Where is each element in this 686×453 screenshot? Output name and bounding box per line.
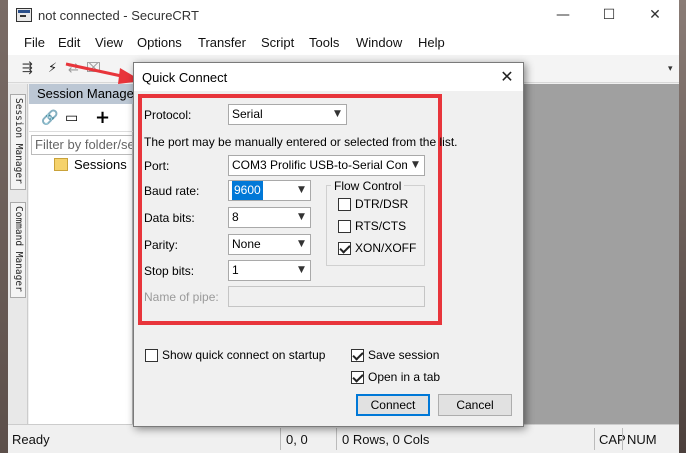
dtr-dsr-label: DTR/DSR <box>355 197 409 211</box>
name-of-pipe-label: Name of pipe: <box>144 290 219 304</box>
status-bar: Ready 0, 0 0 Rows, 0 Cols CAP NUM <box>8 424 679 453</box>
connect-button[interactable]: Connect <box>356 394 430 416</box>
add-session-icon[interactable]: + <box>95 107 110 128</box>
desktop-background-right <box>678 0 686 453</box>
protocol-label: Protocol: <box>144 108 192 122</box>
chevron-down-icon: ▼ <box>293 235 310 254</box>
menu-tools[interactable]: Tools <box>309 35 339 50</box>
save-session-checkbox[interactable]: Save session <box>351 348 439 362</box>
status-ready: Ready <box>12 432 50 447</box>
checkbox-checked-icon <box>351 370 364 384</box>
maximize-button[interactable]: ☐ <box>586 0 632 31</box>
xon-xoff-checkbox[interactable]: XON/XOFF <box>338 241 416 255</box>
checkbox-checked-icon <box>338 241 351 255</box>
baud-rate-value: 9600 <box>232 181 263 200</box>
status-size: 0 Rows, 0 Cols <box>342 432 430 447</box>
chevron-down-icon: ▼ <box>293 181 310 200</box>
menu-view[interactable]: View <box>95 35 123 50</box>
rts-cts-label: RTS/CTS <box>355 219 407 233</box>
stop-bits-value: 1 <box>232 263 239 277</box>
baud-rate-label: Baud rate: <box>144 184 200 198</box>
menu-bar: File Edit View Options Transfer Script T… <box>8 31 679 55</box>
session-properties-icon[interactable]: ▭ <box>65 110 78 126</box>
parity-value: None <box>232 237 261 251</box>
port-hint-text: The port may be manually entered or sele… <box>144 135 458 149</box>
parity-label: Parity: <box>144 238 179 252</box>
menu-help[interactable]: Help <box>418 35 445 50</box>
desktop-background-left <box>0 0 8 453</box>
menu-edit[interactable]: Edit <box>58 35 80 50</box>
menu-transfer[interactable]: Transfer <box>198 35 246 50</box>
connect-tree-icon[interactable]: ⇶ <box>22 61 33 76</box>
securecrt-app-icon <box>16 8 32 22</box>
status-separator <box>280 428 281 450</box>
close-window-button[interactable]: ✕ <box>632 0 678 31</box>
dtr-dsr-checkbox[interactable]: DTR/DSR <box>338 197 408 211</box>
dialog-close-button[interactable]: ✕ <box>494 66 520 88</box>
data-bits-select[interactable]: 8 ▼ <box>228 207 311 228</box>
protocol-select[interactable]: Serial ▼ <box>228 104 347 125</box>
stop-bits-label: Stop bits: <box>144 264 195 278</box>
flow-control-title: Flow Control <box>331 179 405 193</box>
open-in-tab-label: Open in a tab <box>368 370 441 384</box>
checkbox-unchecked-icon <box>338 219 351 233</box>
save-session-label: Save session <box>368 348 440 362</box>
dialog-title: Quick Connect <box>142 70 228 85</box>
protocol-value: Serial <box>232 107 263 121</box>
session-filter-input[interactable]: Filter by folder/session <box>31 135 133 155</box>
open-in-tab-checkbox[interactable]: Open in a tab <box>351 370 440 384</box>
port-label: Port: <box>144 159 170 173</box>
quick-connect-icon[interactable]: ⚡ <box>48 61 57 76</box>
tree-item-sessions[interactable]: Sessions <box>74 157 127 172</box>
quick-connect-dialog: Quick Connect ✕ Protocol: Serial ▼ The p… <box>133 62 524 427</box>
name-of-pipe-input <box>228 286 425 307</box>
folder-icon <box>54 158 68 171</box>
window-title: not connected - SecureCRT <box>38 8 199 23</box>
port-value: COM3 Prolific USB-to-Serial Comm Port <box>232 158 424 172</box>
toolbar-overflow-icon[interactable]: ▾ <box>668 64 673 74</box>
session-manager-panel: Session Manager 🔗 ▭ + Filter by folder/s… <box>29 84 133 424</box>
baud-rate-select[interactable]: 9600 ▼ <box>228 180 311 201</box>
menu-file[interactable]: File <box>24 35 45 50</box>
chevron-down-icon: ▼ <box>293 261 310 280</box>
chevron-down-icon: ▼ <box>329 105 346 124</box>
link-icon[interactable]: 🔗 <box>41 110 58 126</box>
data-bits-label: Data bits: <box>144 211 195 225</box>
menu-options[interactable]: Options <box>137 35 182 50</box>
status-num: NUM <box>627 432 657 447</box>
menu-window[interactable]: Window <box>356 35 402 50</box>
checkbox-unchecked-icon <box>145 348 158 362</box>
status-position: 0, 0 <box>286 432 308 447</box>
dialog-titlebar: Quick Connect ✕ <box>134 63 523 91</box>
rts-cts-checkbox[interactable]: RTS/CTS <box>338 219 406 233</box>
port-select[interactable]: COM3 Prolific USB-to-Serial Comm Port ▼ <box>228 155 425 176</box>
parity-select[interactable]: None ▼ <box>228 234 311 255</box>
cancel-button[interactable]: Cancel <box>438 394 512 416</box>
tab-session-manager[interactable]: Session Manager <box>10 94 26 190</box>
show-on-startup-label: Show quick connect on startup <box>162 348 326 362</box>
chevron-down-icon: ▼ <box>407 156 424 175</box>
session-manager-header: Session Manager <box>29 84 133 104</box>
tab-command-manager[interactable]: Command Manager <box>10 202 26 298</box>
session-manager-toolbar: 🔗 ▭ + <box>29 106 133 132</box>
data-bits-value: 8 <box>232 210 239 224</box>
status-separator <box>336 428 337 450</box>
side-tab-strip: Session Manager Command Manager <box>8 84 28 424</box>
window-titlebar: not connected - SecureCRT — ☐ ✕ <box>8 0 679 31</box>
stop-bits-select[interactable]: 1 ▼ <box>228 260 311 281</box>
minimize-button[interactable]: — <box>540 0 586 31</box>
chevron-down-icon: ▼ <box>293 208 310 227</box>
xon-xoff-label: XON/XOFF <box>355 241 417 255</box>
checkbox-unchecked-icon <box>338 197 351 211</box>
show-on-startup-checkbox[interactable]: Show quick connect on startup <box>145 348 325 362</box>
checkbox-checked-icon <box>351 348 364 362</box>
menu-script[interactable]: Script <box>261 35 294 50</box>
